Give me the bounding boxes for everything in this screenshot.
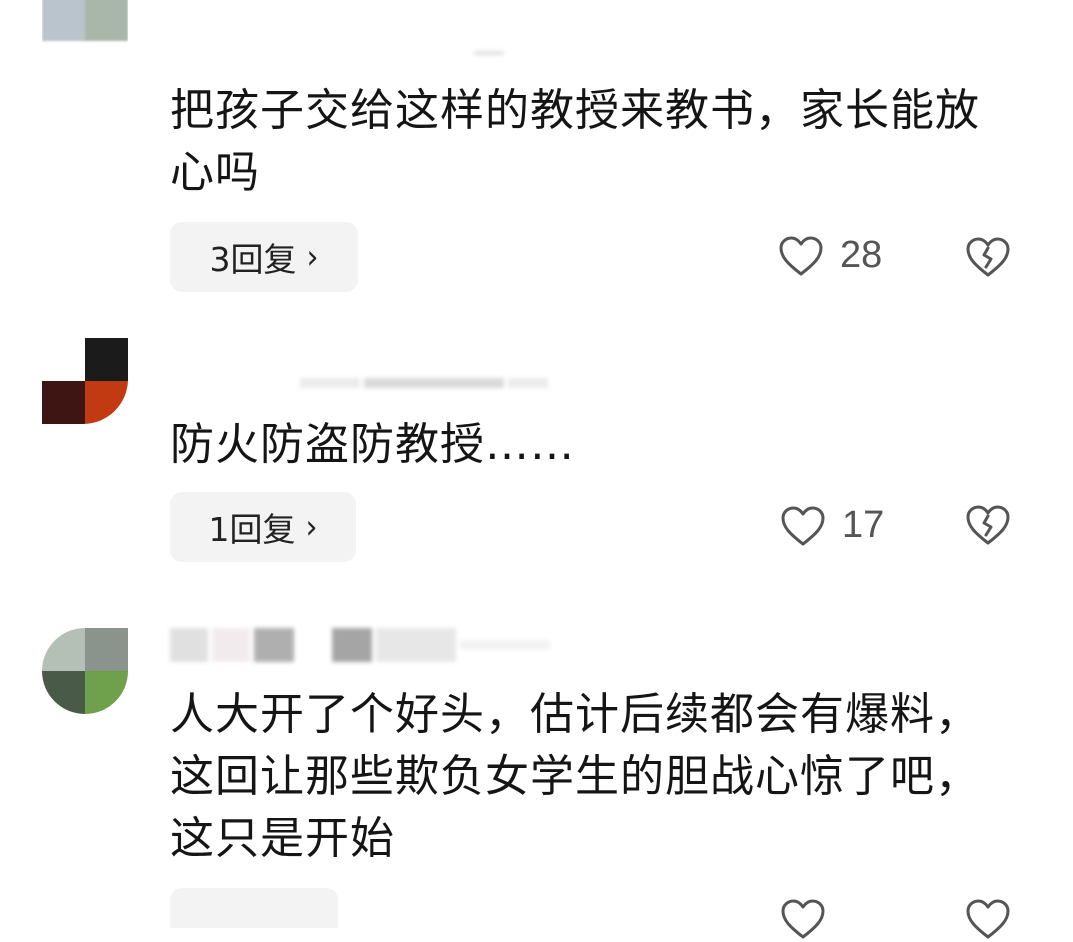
avatar-image: [42, 0, 128, 84]
replies-count: 3回复: [209, 240, 297, 279]
like-button[interactable]: 28: [778, 234, 882, 277]
broken-heart-icon: [966, 505, 1010, 545]
like-button[interactable]: 17: [780, 504, 884, 547]
replies-button[interactable]: [170, 888, 338, 928]
dislike-button[interactable]: [964, 236, 1012, 280]
broken-heart-icon: [966, 237, 1010, 277]
heart-outline-icon: [781, 506, 825, 545]
chevron-right-icon: ›: [305, 507, 318, 547]
comment-text: 把孩子交给这样的教授来教书，家长能放心吗: [170, 85, 980, 198]
dislike-button[interactable]: [964, 504, 1012, 548]
comment-text: 防火防盗防教授……: [170, 419, 575, 470]
username[interactable]: [170, 628, 550, 662]
heart-outline-icon: [781, 899, 825, 939]
avatar[interactable]: [42, 628, 128, 714]
avatar[interactable]: [42, 338, 128, 424]
replies-count: 1回复: [208, 510, 296, 549]
avatar-image: [42, 628, 128, 714]
username[interactable]: [170, 40, 504, 66]
username[interactable]: [300, 370, 548, 396]
comment-text: 人大开了个好头，估计后续都会有爆料，这回让那些欺负女学生的胆战心惊了吧，这只是开…: [170, 689, 980, 864]
like-button[interactable]: [780, 898, 842, 940]
replies-button[interactable]: 1回复 ›: [170, 492, 356, 562]
chevron-right-icon: ›: [306, 237, 319, 277]
replies-button[interactable]: 3回复 ›: [170, 222, 358, 292]
like-count: 28: [840, 234, 883, 276]
heart-outline-icon: [779, 236, 823, 275]
dislike-button[interactable]: [964, 898, 1012, 942]
like-count: 17: [842, 504, 885, 546]
avatar-image: [42, 338, 128, 424]
broken-heart-icon: [966, 899, 1010, 939]
avatar[interactable]: [42, 0, 128, 84]
